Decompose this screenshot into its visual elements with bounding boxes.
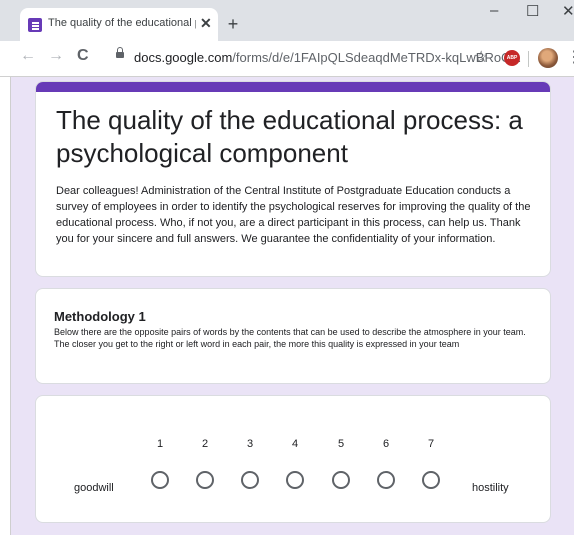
reload-icon[interactable]: C — [77, 47, 89, 65]
scale-number: 7 — [427, 438, 435, 450]
new-tab-button[interactable]: + — [222, 13, 244, 35]
scale-radio-4[interactable] — [286, 471, 304, 489]
section-description: Below there are the opposite pairs of wo… — [54, 327, 526, 349]
lock-icon — [116, 47, 124, 58]
form-description: Dear colleagues! Administration of the C… — [56, 185, 531, 245]
maximize-icon[interactable]: ☐ — [526, 2, 539, 20]
google-forms-icon — [28, 18, 42, 32]
scale-number: 3 — [246, 438, 254, 450]
scale-number: 5 — [337, 438, 345, 450]
scale-radio-6[interactable] — [377, 471, 395, 489]
scale-high-label: hostility — [472, 482, 509, 494]
url-host: docs.google.com — [134, 50, 233, 65]
back-icon[interactable]: ← — [20, 47, 36, 65]
form-header-card: The quality of the educational process: … — [35, 81, 551, 277]
form-title: The quality of the educational process: … — [56, 105, 523, 168]
url-text: docs.google.com/forms/d/e/1FAIpQLSdeaqdM… — [134, 50, 521, 65]
scale-number: 6 — [382, 438, 390, 450]
close-window-icon[interactable]: ✕ — [562, 2, 574, 20]
scale-number: 1 — [156, 438, 164, 450]
forward-icon[interactable]: → — [48, 47, 64, 65]
browser-toolbar: ← → C docs.google.com/forms/d/e/1FAIpQLS… — [0, 41, 574, 77]
bookmark-star-icon[interactable]: ☆ — [474, 47, 488, 67]
scale-radio-7[interactable] — [422, 471, 440, 489]
scale-low-label: goodwill — [74, 482, 114, 494]
scale-radio-3[interactable] — [241, 471, 259, 489]
scale-radio-5[interactable] — [332, 471, 350, 489]
section-title: Methodology 1 — [54, 309, 146, 324]
tab-strip: The quality of the educational pr ✕ + – … — [0, 0, 574, 41]
toolbar-divider — [528, 51, 529, 67]
section-card: Methodology 1 Below there are the opposi… — [35, 288, 551, 384]
profile-avatar[interactable] — [538, 48, 558, 68]
address-bar[interactable]: docs.google.com/forms/d/e/1FAIpQLSdeaqdM… — [112, 46, 524, 70]
tab-title: The quality of the educational pr — [48, 17, 196, 29]
tab-close-icon[interactable]: ✕ — [200, 15, 212, 32]
browser-tab[interactable]: The quality of the educational pr ✕ — [20, 8, 218, 41]
menu-icon[interactable]: ⋮ — [566, 47, 574, 67]
adblock-icon[interactable]: ABP — [504, 50, 520, 66]
scale-radio-2[interactable] — [196, 471, 214, 489]
scale-number: 2 — [201, 438, 209, 450]
form-page: The quality of the educational process: … — [0, 77, 574, 535]
scale-radio-1[interactable] — [151, 471, 169, 489]
minimize-icon[interactable]: – — [490, 2, 498, 19]
scale-number: 4 — [291, 438, 299, 450]
page-left-edge — [0, 77, 11, 535]
accent-bar — [36, 82, 550, 92]
linear-scale-question: 1 2 3 4 5 6 7 goodwill hostility — [35, 395, 551, 523]
